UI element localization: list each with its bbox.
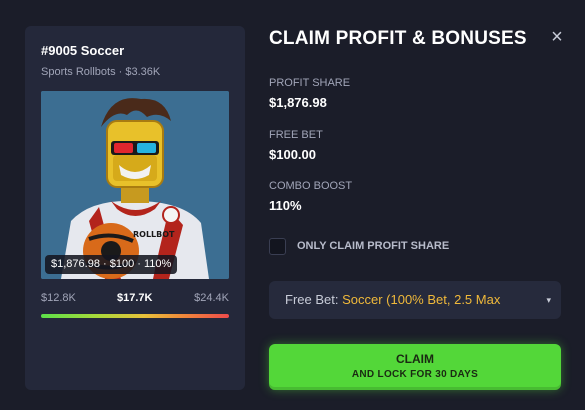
free-bet-label: FREE BET — [269, 129, 323, 141]
combo-boost-value: 110% — [269, 198, 302, 213]
free-bet-select-value: Soccer (100% Bet, 2.5 Max — [342, 292, 501, 307]
claim-button[interactable]: CLAIM AND LOCK FOR 30 DAYS — [269, 344, 561, 390]
only-claim-profit-share-checkbox[interactable] — [269, 238, 286, 255]
profit-share-label: PROFIT SHARE — [269, 77, 351, 89]
nft-art-stats: $1,876.98 · $100 · 110% — [45, 255, 178, 274]
close-icon[interactable]: × — [548, 26, 566, 48]
price-range-bar — [41, 314, 229, 318]
jersey-text: ROLLBOT — [133, 230, 175, 239]
only-claim-profit-share-label[interactable]: ONLY CLAIM PROFIT SHARE — [297, 240, 449, 252]
combo-boost-label: COMBO BOOST — [269, 180, 353, 192]
price-range-max: $24.4K — [194, 292, 229, 304]
claim-button-sublabel: AND LOCK FOR 30 DAYS — [351, 369, 479, 380]
price-range-current: $17.7K — [117, 292, 153, 304]
rollbot-soccer-illustration: ROLLBOT — [41, 91, 229, 279]
free-bet-select[interactable]: Free Bet: Soccer (100% Bet, 2.5 Max ▾ — [269, 281, 561, 319]
nft-subtitle: Sports Rollbots · $3.36K — [41, 66, 161, 78]
free-bet-value: $100.00 — [269, 147, 316, 162]
claim-button-label: CLAIM — [396, 352, 434, 366]
chevron-down-icon: ▾ — [546, 295, 551, 305]
profit-share-value: $1,876.98 — [269, 95, 327, 110]
free-bet-select-prefix: Free Bet: — [285, 292, 339, 307]
panel-title: CLAIM PROFIT & BONUSES — [269, 28, 527, 49]
nft-artwork: ROLLBOT $1,876.98 · $100 · 110% — [41, 91, 229, 279]
nft-title: #9005 Soccer — [41, 43, 125, 58]
nft-card: #9005 Soccer Sports Rollbots · $3.36K RO… — [25, 26, 245, 390]
price-range-min: $12.8K — [41, 292, 76, 304]
